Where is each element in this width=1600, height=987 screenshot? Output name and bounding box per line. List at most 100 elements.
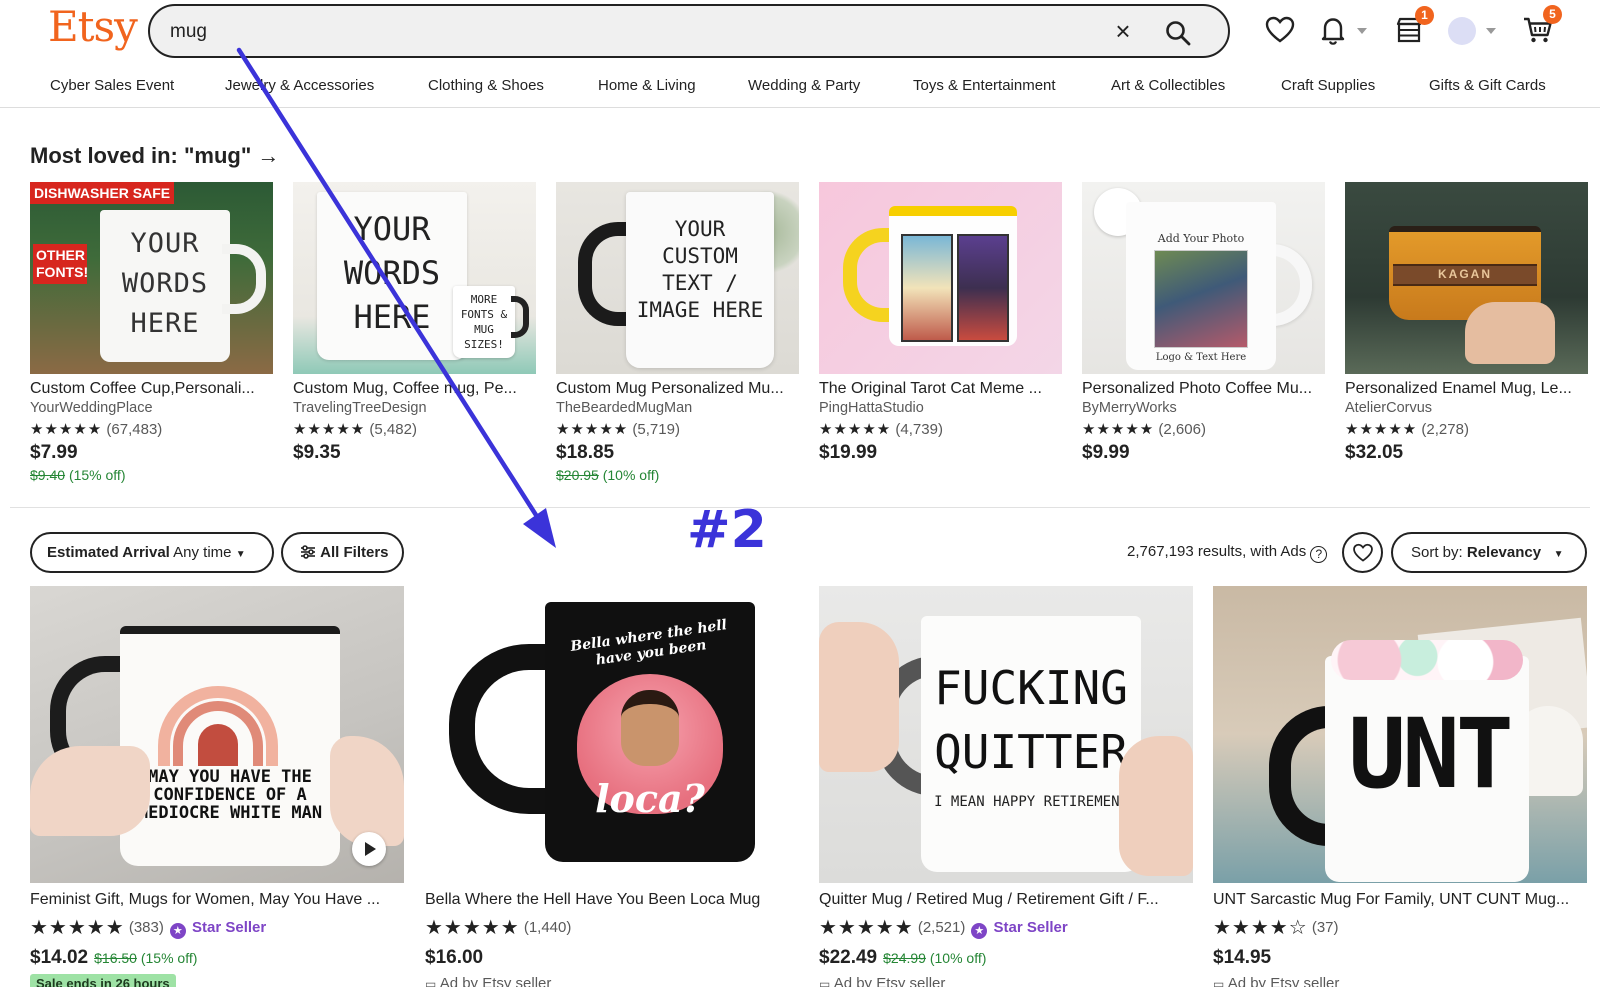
sort-dropdown[interactable]: Sort by: Relevancy ▼	[1391, 532, 1587, 573]
heart-icon	[1353, 543, 1373, 562]
shop-name[interactable]: ByMerryWorks	[1082, 400, 1325, 416]
chevron-down-icon[interactable]	[1357, 28, 1367, 34]
loved-listing-card[interactable]: KAGAN Personalized Enamel Mug, Le... Ate…	[1345, 182, 1588, 464]
listing-title[interactable]: The Original Tarot Cat Meme ...	[819, 380, 1062, 398]
chevron-down-icon[interactable]	[1486, 28, 1496, 34]
listing-image[interactable]: Add Your Photo Logo & Text Here	[1082, 182, 1325, 374]
mug-text: YOUR WORDS HERE	[343, 210, 441, 336]
listing-image[interactable]: KAGAN	[1345, 182, 1588, 374]
mug-text: YOUR CUSTOM TEXT / IMAGE HERE	[636, 217, 764, 322]
save-search-button[interactable]	[1342, 532, 1383, 573]
category-gifts[interactable]: Gifts & Gift Cards	[1429, 77, 1546, 94]
category-cyber-sales[interactable]: Cyber Sales Event	[50, 77, 174, 94]
category-clothing[interactable]: Clothing & Shoes	[428, 77, 544, 94]
sale-ends-badge: Sale ends in 26 hours	[30, 974, 176, 987]
section-divider	[10, 507, 1590, 508]
search-icon[interactable]	[1164, 19, 1192, 47]
mug-text: MAY YOU HAVE THE CONFIDENCE OF A MEDIOCR…	[137, 767, 323, 823]
category-wedding[interactable]: Wedding & Party	[748, 77, 860, 94]
price: $18.85	[556, 442, 615, 463]
results-count: 2,767,193 results, with Ads?	[1127, 543, 1328, 563]
dishwasher-tag: DISHWASHER SAFE	[30, 182, 175, 204]
listing-title[interactable]: Custom Mug, Coffee mug, Pe...	[293, 380, 536, 398]
listing-image[interactable]: YOUR WORDS HERE MORE FONTS & MUG SIZES!	[293, 182, 536, 374]
shop-name[interactable]: TheBeardedMugMan	[556, 400, 799, 416]
rating-stars-icon: ★★★★★	[1082, 421, 1155, 438]
rating: ★★★★☆ (37)	[1213, 917, 1339, 939]
listing-image[interactable]: FUCKING QUITTER I MEAN HAPPY RETIREMENT	[819, 586, 1193, 883]
rating-stars-icon: ★★★★★	[819, 917, 914, 939]
shop-name[interactable]: TravelingTreeDesign	[293, 400, 536, 416]
clear-search-icon[interactable]: ×	[1110, 18, 1136, 45]
listing-card[interactable]: Bella where the hell have you been loca?…	[425, 586, 799, 987]
price: $32.05	[1345, 442, 1404, 463]
play-icon	[365, 842, 376, 856]
loved-listing-card[interactable]: YOUR WORDS HERE MORE FONTS & MUG SIZES! …	[293, 182, 536, 464]
listing-image[interactable]: DISHWASHER SAFE OTHER FONTS! YOUR WORDS …	[30, 182, 273, 374]
search-input[interactable]	[170, 18, 1070, 46]
price: $7.99	[30, 442, 78, 463]
listing-title[interactable]: Quitter Mug / Retired Mug / Retirement G…	[819, 891, 1193, 909]
rating-stars-icon: ★★★★★	[30, 917, 125, 939]
rating-stars-icon: ★★★★★	[30, 421, 103, 438]
favorites-heart-icon[interactable]	[1264, 14, 1296, 46]
original-price: $9.40 (15% off)	[30, 467, 126, 483]
listing-image[interactable]	[819, 182, 1062, 374]
mug-text: KAGAN	[1438, 267, 1492, 281]
category-home-living[interactable]: Home & Living	[598, 77, 696, 94]
category-toys[interactable]: Toys & Entertainment	[913, 77, 1056, 94]
listing-image[interactable]: UNT	[1213, 586, 1587, 883]
most-loved-title[interactable]: Most loved in: "mug" →	[30, 143, 279, 169]
notifications-bell-icon[interactable]	[1317, 14, 1349, 46]
loved-listing-card[interactable]: The Original Tarot Cat Meme ... PingHatt…	[819, 182, 1062, 464]
rating-stars-icon: ★★★★★	[425, 917, 520, 939]
category-craft[interactable]: Craft Supplies	[1281, 77, 1375, 94]
avatar[interactable]	[1448, 17, 1476, 45]
listing-title[interactable]: Custom Mug Personalized Mu...	[556, 380, 799, 398]
mug-text: YOUR WORDS HERE	[121, 228, 209, 339]
listing-title[interactable]: UNT Sarcastic Mug For Family, UNT CUNT M…	[1213, 891, 1587, 909]
category-jewelry[interactable]: Jewelry & Accessories	[225, 77, 374, 94]
estimated-arrival-filter[interactable]: Estimated Arrival Any time ▼	[30, 532, 274, 573]
annotation-label: #2	[687, 500, 767, 560]
etsy-logo[interactable]: Etsy	[48, 2, 138, 51]
loved-listing-card[interactable]: YOUR CUSTOM TEXT / IMAGE HERE Custom Mug…	[556, 182, 799, 483]
search-bar[interactable]: ×	[148, 4, 1230, 58]
listing-title[interactable]: Personalized Enamel Mug, Le...	[1345, 380, 1588, 398]
category-art[interactable]: Art & Collectibles	[1111, 77, 1225, 94]
ad-label: ▭ Ad by Etsy seller	[425, 975, 799, 987]
rating: ★★★★★ (1,440)	[425, 917, 572, 939]
ad-icon: ▭	[1213, 977, 1225, 987]
listing-card[interactable]: UNT UNT Sarcastic Mug For Family, UNT CU…	[1213, 586, 1587, 987]
caret-down-icon: ▼	[235, 549, 246, 560]
loved-listing-card[interactable]: DISHWASHER SAFE OTHER FONTS! YOUR WORDS …	[30, 182, 273, 483]
shop-name[interactable]: YourWeddingPlace	[30, 400, 273, 416]
listing-image[interactable]: YOUR CUSTOM TEXT / IMAGE HERE	[556, 182, 799, 374]
cart-count-badge: 5	[1543, 5, 1562, 24]
listing-title[interactable]: Feminist Gift, Mugs for Women, May You H…	[30, 891, 404, 909]
rating-stars-icon: ★★★★★	[293, 421, 366, 438]
listing-card[interactable]: FUCKING QUITTER I MEAN HAPPY RETIREMENT …	[819, 586, 1193, 987]
rating: ★★★★★ (383) ★ Star Seller	[30, 917, 267, 939]
filter-sliders-icon	[301, 545, 315, 559]
listing-image[interactable]: Bella where the hell have you been loca?	[425, 586, 799, 883]
star-seller-icon: ★	[971, 923, 988, 939]
rating: ★★★★★ (5,719)	[556, 421, 680, 438]
help-icon[interactable]: ?	[1310, 546, 1328, 563]
shop-name[interactable]: AtelierCorvus	[1345, 400, 1588, 416]
all-filters-button[interactable]: All Filters	[281, 532, 404, 573]
price: $16.00	[425, 947, 484, 968]
rating: ★★★★★ (2,278)	[1345, 421, 1469, 438]
loved-listing-card[interactable]: Add Your Photo Logo & Text Here Personal…	[1082, 182, 1325, 464]
header: Etsy × 1 5	[0, 0, 1600, 62]
listing-title[interactable]: Bella Where the Hell Have You Been Loca …	[425, 891, 799, 909]
listing-image[interactable]: MAY YOU HAVE THE CONFIDENCE OF A MEDIOCR…	[30, 586, 404, 883]
listing-title[interactable]: Custom Coffee Cup,Personali...	[30, 380, 273, 398]
mug-text: FUCKING QUITTER	[934, 661, 1128, 779]
price: $19.99	[819, 442, 878, 463]
listing-card[interactable]: MAY YOU HAVE THE CONFIDENCE OF A MEDIOCR…	[30, 586, 404, 987]
play-video-button[interactable]	[352, 832, 386, 866]
shop-name[interactable]: PingHattaStudio	[819, 400, 1062, 416]
listing-title[interactable]: Personalized Photo Coffee Mu...	[1082, 380, 1325, 398]
star-seller-badge: ★ Star Seller	[169, 919, 266, 939]
